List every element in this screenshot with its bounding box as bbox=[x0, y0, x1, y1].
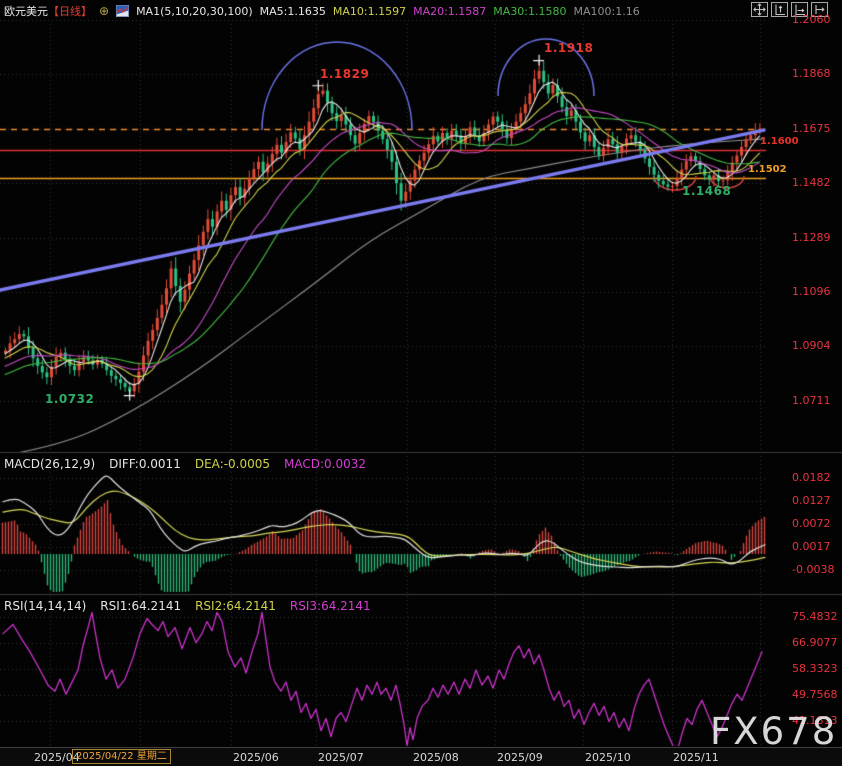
time-label: 2025/06 bbox=[233, 751, 279, 764]
macd-axis-label: 0.0182 bbox=[792, 471, 831, 484]
macd-value: MACD:0.0032 bbox=[284, 457, 366, 471]
chart-thumbnail-icon[interactable] bbox=[116, 5, 129, 17]
trading-chart-window: 欧元美元【日线】 ⊕ MA1(5,10,20,30,100) MA5:1.163… bbox=[0, 0, 842, 766]
price-axis-label: 1.1289 bbox=[792, 231, 831, 244]
axis-zoom-vertical-icon bbox=[773, 3, 786, 16]
time-label: 2025/08 bbox=[413, 751, 459, 764]
rsi-axis-label: 75.4832 bbox=[792, 610, 838, 623]
price-axis-label: 1.0904 bbox=[792, 339, 831, 352]
macd-dea-value: DEA:-0.0005 bbox=[195, 457, 270, 471]
scale-y-button[interactable] bbox=[771, 2, 788, 17]
rsi-axis-label: 66.9077 bbox=[792, 636, 838, 649]
rsi2-value: RSI2:64.2141 bbox=[195, 599, 276, 613]
ma100-value: MA100:1.16 bbox=[574, 5, 640, 18]
macd-axis-label: 0.0072 bbox=[792, 517, 831, 530]
annotation-low-1-0732: 1.0732 bbox=[45, 392, 94, 406]
time-label: 2025/09 bbox=[497, 751, 543, 764]
price-axis-label: 1.1482 bbox=[792, 176, 831, 189]
price-axis-label: 1.0711 bbox=[792, 394, 831, 407]
crosshair-date-label: 2025/04/22 星期二 bbox=[72, 749, 171, 764]
price-chart-canvas[interactable] bbox=[0, 0, 842, 766]
macd-axis-label: 0.0127 bbox=[792, 494, 831, 507]
price-axis-label: 1.2060 bbox=[792, 13, 831, 26]
move-icon bbox=[753, 3, 766, 16]
annotation-low-1-1468: 1.1468 bbox=[682, 184, 731, 198]
annotation-high-1-1829: 1.1829 bbox=[320, 67, 369, 81]
chart-header: 欧元美元【日线】 ⊕ MA1(5,10,20,30,100) MA5:1.163… bbox=[4, 3, 640, 19]
time-label: 2025/10 bbox=[585, 751, 631, 764]
ma5-value: MA5:1.1635 bbox=[260, 5, 326, 18]
rsi1-value: RSI1:64.2141 bbox=[100, 599, 181, 613]
macd-title: MACD(26,12,9) bbox=[4, 457, 95, 471]
pan-move-button[interactable] bbox=[751, 2, 768, 17]
ma20-value: MA20:1.1587 bbox=[413, 5, 486, 18]
macd-axis-label: 0.0017 bbox=[792, 540, 831, 553]
annotation-high-1-1918: 1.1918 bbox=[544, 41, 593, 55]
period-label: 【日线】 bbox=[48, 5, 92, 18]
price-axis-label: 1.1868 bbox=[792, 67, 831, 80]
macd-diff-value: DIFF:0.0011 bbox=[109, 457, 181, 471]
rsi3-value: RSI3:64.2141 bbox=[290, 599, 371, 613]
macd-header: MACD(26,12,9) DIFF:0.0011 DEA:-0.0005 MA… bbox=[4, 457, 366, 471]
circle-plus-icon[interactable]: ⊕ bbox=[99, 4, 109, 18]
macd-axis-label: -0.0038 bbox=[792, 563, 834, 576]
price-axis-label: 1.1675 bbox=[792, 122, 831, 135]
price-tag-1-1502: 1.1502 bbox=[748, 164, 787, 175]
ma-settings-label: MA1(5,10,20,30,100) bbox=[136, 5, 253, 18]
symbol-name: 欧元美元 bbox=[4, 5, 48, 18]
rsi-title: RSI(14,14,14) bbox=[4, 599, 86, 613]
symbol-title: 欧元美元【日线】 bbox=[4, 3, 92, 19]
rsi-axis-label: 58.3323 bbox=[792, 662, 838, 675]
watermark: FX678 bbox=[710, 710, 837, 753]
ma10-value: MA10:1.1597 bbox=[333, 5, 406, 18]
ma30-value: MA30:1.1580 bbox=[493, 5, 566, 18]
rsi-header: RSI(14,14,14) RSI1:64.2141 RSI2:64.2141 … bbox=[4, 599, 371, 613]
price-axis-label: 1.1096 bbox=[792, 285, 831, 298]
rsi-axis-label: 49.7568 bbox=[792, 688, 838, 701]
time-label: 2025/07 bbox=[318, 751, 364, 764]
price-tag-1-1600: 1.1600 bbox=[760, 136, 799, 147]
